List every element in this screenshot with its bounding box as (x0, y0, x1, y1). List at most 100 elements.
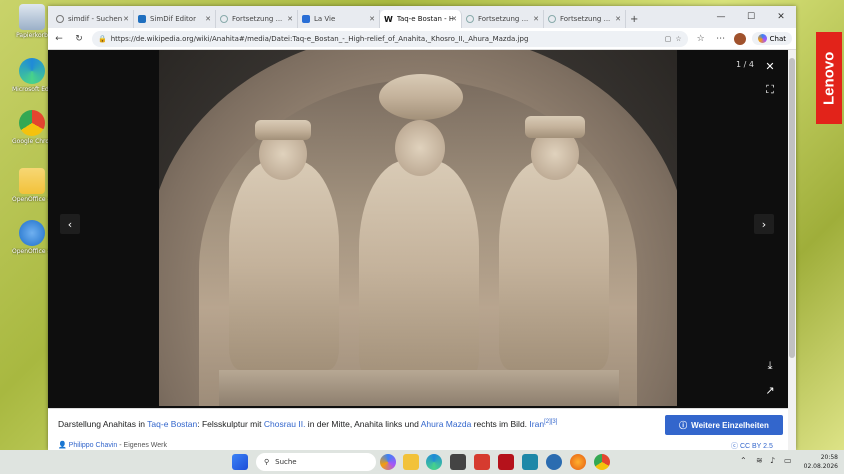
close-tab-icon[interactable]: ✕ (369, 15, 375, 23)
desktop-icon-recycle-bin[interactable]: Papierkorb (12, 4, 52, 39)
search-placeholder: Suche (275, 458, 297, 466)
battery-icon[interactable]: ▭ (784, 456, 792, 465)
favorite-star-icon[interactable]: ☆ (675, 35, 681, 43)
app-blue-icon[interactable] (546, 454, 562, 470)
close-tab-icon[interactable]: ✕ (205, 15, 211, 23)
address-bar[interactable]: 🔒 https://de.wikipedia.org/wiki/Anahita#… (92, 30, 688, 47)
more-details-label: Weitere Einzelheiten (691, 420, 769, 430)
lock-icon: 🔒 (98, 34, 107, 43)
copilot-icon[interactable] (380, 454, 396, 470)
firefox-icon[interactable] (570, 454, 586, 470)
openoffice-installer-icon (19, 168, 45, 194)
minimize-button[interactable]: — (706, 6, 736, 28)
link-taq-e-bostan[interactable]: Taq-e Bostan (147, 419, 197, 429)
chevron-up-icon[interactable]: ⌃ (740, 456, 747, 465)
simdif-icon (138, 15, 146, 23)
chrome-taskbar-icon[interactable] (594, 454, 610, 470)
close-tab-icon[interactable]: ✕ (287, 15, 293, 23)
store-icon[interactable] (450, 454, 466, 470)
taskbar: ⚲ Suche ⌃ ≋ ♪ ▭ 20:58 02.08.2026 (0, 450, 844, 474)
maximize-button[interactable]: ☐ (736, 6, 766, 28)
edge-icon (19, 58, 45, 84)
more-details-button[interactable]: ⓘ Weitere Einzelheiten (665, 415, 783, 435)
desktop-icon-label: Microsoft Edge (12, 86, 52, 93)
avatar[interactable] (733, 32, 746, 45)
tab-la-vie[interactable]: La Vie ✕ (298, 10, 380, 28)
author-link[interactable]: Philippo Chavin (69, 442, 118, 449)
close-tab-icon[interactable]: ✕ (533, 15, 539, 23)
tab-bar: simdif - Suchen ✕ SimDif Editor ✕ Fortsetz… (48, 6, 796, 28)
close-viewer-button[interactable]: ✕ (760, 56, 780, 76)
window-controls: — ☐ ✕ (706, 6, 796, 28)
prev-image-button[interactable]: ‹ (60, 214, 80, 234)
wifi-icon[interactable]: ≋ (756, 456, 763, 465)
scrollbar-thumb[interactable] (789, 58, 795, 358)
chat-label: Chat (769, 34, 786, 43)
desktop-icon-openoffice[interactable]: OpenOffice 4.1 (12, 220, 52, 255)
windows-start-icon[interactable] (232, 454, 248, 470)
more-menu-icon[interactable]: ⋯ (714, 34, 728, 44)
search-icon: ⚲ (264, 458, 270, 466)
desktop-icon-label: Papierkorb (16, 32, 48, 39)
volume-icon[interactable]: ♪ (770, 456, 775, 465)
tab-label: La Vie (314, 15, 336, 23)
reload-button[interactable]: ↻ (72, 34, 86, 44)
close-window-button[interactable]: ✕ (766, 6, 796, 28)
app-l-icon[interactable] (474, 454, 490, 470)
new-tab-button[interactable]: + (626, 10, 646, 28)
link-iran[interactable]: Iran (529, 419, 544, 429)
author-line: 👤 Philippo Chavin - Eigenes Werk (58, 441, 167, 449)
page-icon (220, 15, 228, 23)
page-icon (548, 15, 556, 23)
caption-text: Darstellung Anahitas in Taq-e Bostan: Fe… (58, 419, 557, 429)
close-tab-icon[interactable]: ✕ (451, 15, 457, 23)
tab-fortsetzung-2[interactable]: Fortsetzung ... ✕ (462, 10, 544, 28)
clock[interactable]: 20:58 02.08.2026 (804, 453, 838, 471)
mcafee-icon[interactable] (498, 454, 514, 470)
tab-fortsetzung-3[interactable]: Fortsetzung ... ✕ (544, 10, 626, 28)
desktop-icon-label: OpenOffice 4.1 (12, 248, 52, 255)
taskbar-search[interactable]: ⚲ Suche (256, 453, 376, 471)
tab-simdif-search[interactable]: simdif - Suchen ✕ (52, 10, 134, 28)
wikipedia-icon: W (384, 14, 393, 24)
copilot-chat-button[interactable]: Chat (751, 32, 792, 45)
scrollbar[interactable] (788, 50, 796, 450)
lenovo-logo: Lenovo (816, 32, 842, 124)
info-icon: ⓘ (679, 420, 688, 430)
work-text: - Eigenes Werk (117, 442, 167, 449)
app-teal-icon[interactable] (522, 454, 538, 470)
media-viewer: 1 / 4 ✕ ⛶ ‹ › ⤓ ↗ (48, 50, 788, 408)
share-icon[interactable]: ↗ (760, 380, 780, 400)
tab-label: SimDif Editor (150, 15, 196, 23)
tab-taq-e-bostan[interactable]: WTaq-e Bostan - High✕ (380, 10, 462, 28)
desktop-icon-edge[interactable]: Microsoft Edge (12, 58, 52, 93)
download-icon[interactable]: ⤓ (760, 356, 780, 376)
read-aloud-icon[interactable]: ▢ (665, 35, 672, 43)
next-image-button[interactable]: › (754, 214, 774, 234)
caption-part: : Felsskulptur mit (197, 419, 264, 429)
tab-simdif-editor[interactable]: SimDif Editor ✕ (134, 10, 216, 28)
tab-label: simdif - Suchen (68, 15, 123, 23)
desktop-icon-label: Google Chrome (12, 138, 52, 145)
user-icon: 👤 (58, 442, 67, 449)
link-chosrau[interactable]: Chosrau II. (264, 419, 306, 429)
license-label: CC BY 2.5 (739, 443, 773, 450)
tab-label: Fortsetzung ... (478, 15, 529, 23)
reference-link[interactable]: [2][3] (544, 419, 557, 425)
tab-label: Fortsetzung ... (232, 15, 283, 23)
tab-fortsetzung-1[interactable]: Fortsetzung ... ✕ (216, 10, 298, 28)
close-tab-icon[interactable]: ✕ (123, 15, 129, 23)
favorites-icon[interactable]: ☆ (694, 34, 708, 44)
file-explorer-icon[interactable] (403, 454, 419, 470)
fullscreen-icon[interactable]: ⛶ (760, 80, 780, 100)
tab-label: Fortsetzung ... (560, 15, 611, 23)
link-ahura-mazda[interactable]: Ahura Mazda (421, 419, 472, 429)
edge-taskbar-icon[interactable] (426, 454, 442, 470)
close-tab-icon[interactable]: ✕ (615, 15, 621, 23)
tab-label: Taq-e Bostan - High (396, 15, 453, 23)
desktop-icon-openoffice-installer[interactable]: OpenOffice 4.1 (de) Installation (12, 168, 52, 203)
clock-time: 20:58 (820, 454, 838, 461)
back-button[interactable]: ← (52, 34, 66, 44)
browser-window: simdif - Suchen ✕ SimDif Editor ✕ Fortsetz… (48, 6, 796, 450)
desktop-icon-chrome[interactable]: Google Chrome (12, 110, 52, 145)
